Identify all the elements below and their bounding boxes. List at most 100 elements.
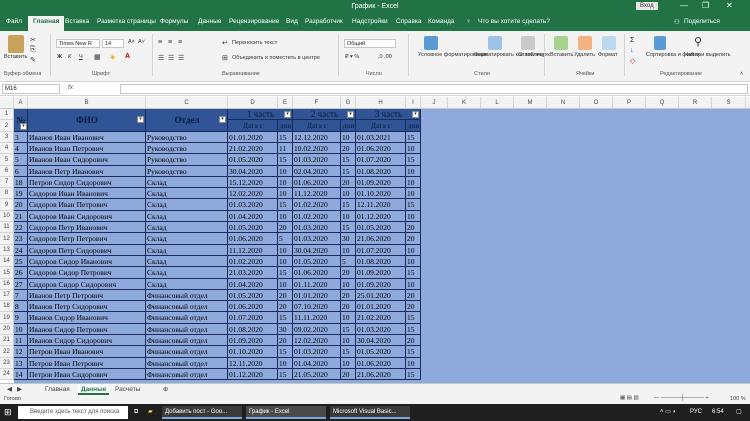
table-cell[interactable]: 15 [341, 166, 356, 177]
language-indicator[interactable]: РУС [690, 406, 702, 419]
filter-dropdown-icon[interactable]: ▾ [137, 116, 144, 123]
table-cell[interactable]: 01.07.2020 [356, 245, 406, 256]
table-cell[interactable]: 15 [341, 346, 356, 358]
sheet-tab-main[interactable]: Главная [42, 384, 73, 395]
column-header[interactable]: H [356, 97, 406, 109]
table-cell[interactable]: Сидоров Иван Сидорович [28, 211, 146, 222]
table-cell[interactable]: 12.02.2020 [293, 335, 341, 346]
subheader-days[interactable]: дни [278, 120, 293, 132]
table-cell[interactable]: 01.03.2021 [356, 132, 406, 143]
table-cell[interactable]: 10 [406, 143, 421, 154]
taskbar-app-chrome[interactable]: Добавить пост - Goo... [162, 406, 242, 419]
table-cell[interactable]: 01.11.2020 [293, 279, 341, 290]
table-cell[interactable]: 21.05.2020 [293, 369, 341, 380]
table-cell[interactable]: Петров Иван Сидорович [28, 369, 146, 380]
table-cell[interactable]: 01.07.2020 [228, 312, 278, 324]
table-cell[interactable]: Руководство [146, 166, 228, 177]
taskbar-search[interactable]: Введите здесь текст для поиска [18, 406, 128, 419]
collapse-ribbon-icon[interactable]: ˄ [740, 71, 743, 77]
table-cell[interactable]: 21.06.2020 [356, 233, 406, 245]
table-cell[interactable]: 10 [406, 279, 421, 290]
table-cell[interactable]: 01.09.2020 [356, 267, 406, 279]
table-cell[interactable]: 3 [14, 132, 28, 143]
table-cell[interactable]: 20 [278, 222, 293, 233]
row-header[interactable]: 9 [0, 199, 14, 211]
table-cell[interactable]: 10 [406, 177, 421, 188]
table-cell[interactable]: 20 [341, 369, 356, 380]
table-cell[interactable]: Петров Иван Петрович [28, 358, 146, 369]
table-cell[interactable]: Иванов Петр Петрович [28, 290, 146, 301]
row-header[interactable]: 11 [0, 222, 14, 233]
table-cell[interactable]: 10 [341, 279, 356, 290]
row-header[interactable]: 20 [0, 324, 14, 335]
table-cell[interactable]: Иванов Сидор Сидорович [28, 335, 146, 346]
table-cell[interactable]: Склад [146, 211, 228, 222]
table-cell[interactable]: 01.04.2020 [293, 358, 341, 369]
column-header[interactable]: N [547, 97, 580, 109]
table-cell[interactable]: Финансовый отдел [146, 290, 228, 301]
table-cell[interactable]: 10 [278, 188, 293, 199]
table-cell[interactable]: 01.09.2020 [228, 335, 278, 346]
table-cell[interactable]: 10 [278, 211, 293, 222]
table-cell[interactable]: 01.03.2020 [293, 346, 341, 358]
table-cell[interactable]: 07.10.2020 [293, 301, 341, 312]
table-cell[interactable]: 30 [341, 233, 356, 245]
table-cell[interactable]: 01.03.2020 [293, 233, 341, 245]
table-cell[interactable]: 10 [278, 177, 293, 188]
table-cell[interactable]: 20 [406, 301, 421, 312]
merge-center-button[interactable]: Объединить и поместить в центре [232, 55, 320, 61]
table-cell[interactable]: 20 [406, 233, 421, 245]
table-cell[interactable]: 8 [14, 301, 28, 312]
table-cell[interactable]: 01.03.2020 [293, 222, 341, 233]
table-cell[interactable]: 10 [406, 188, 421, 199]
table-cell[interactable]: Иванов Иван Петрович [28, 143, 146, 154]
table-cell[interactable]: 23 [14, 233, 28, 245]
table-cell[interactable]: 15 [341, 222, 356, 233]
table-cell[interactable]: 12.11.2020 [356, 199, 406, 211]
table-cell[interactable]: Петров Сидор Сидорович [28, 177, 146, 188]
formula-input[interactable] [120, 84, 748, 94]
column-header[interactable]: K [448, 97, 481, 109]
table-cell[interactable]: 21 [14, 211, 28, 222]
filter-dropdown-icon[interactable]: ▾ [284, 111, 291, 118]
table-cell[interactable]: 12.11.2020 [228, 358, 278, 369]
format-cells-button[interactable]: Формат [598, 52, 618, 58]
table-cell[interactable]: Финансовый отдел [146, 346, 228, 358]
row-header[interactable]: 13 [0, 245, 14, 256]
column-header[interactable]: E [278, 97, 293, 109]
table-cell[interactable]: 15.12.2020 [228, 177, 278, 188]
table-cell[interactable]: 15 [406, 346, 421, 358]
table-cell[interactable]: 20 [406, 290, 421, 301]
table-cell[interactable]: 15 [406, 324, 421, 335]
table-cell[interactable]: 21.06.2020 [356, 369, 406, 380]
table-cell[interactable]: 01.08.2020 [228, 324, 278, 335]
table-cell[interactable]: Склад [146, 256, 228, 267]
table-cell[interactable]: 01.03.2020 [293, 154, 341, 166]
delete-cells-icon[interactable] [578, 36, 592, 50]
row-header[interactable]: 12 [0, 233, 14, 245]
table-cell[interactable]: 24 [14, 245, 28, 256]
find-icon[interactable]: ⚲ [694, 35, 702, 48]
table-cell[interactable]: Финансовый отдел [146, 335, 228, 346]
table-cell[interactable]: 10 [406, 245, 421, 256]
table-cell[interactable]: 21.02.2020 [228, 143, 278, 154]
table-cell[interactable]: Иванов Иван Иванович [28, 132, 146, 143]
filter-dropdown-icon[interactable]: ▾ [412, 111, 419, 118]
column-header[interactable]: J [421, 97, 448, 109]
table-cell[interactable]: 10 [406, 166, 421, 177]
subheader-days[interactable]: дни [341, 120, 356, 132]
table-cell[interactable]: 25 [14, 256, 28, 267]
row-header[interactable]: 19 [0, 312, 14, 324]
table-cell[interactable]: 01.06.2020 [293, 267, 341, 279]
table-cell[interactable]: 10 [406, 256, 421, 267]
paste-icon[interactable] [8, 35, 24, 53]
insert-cells-button[interactable]: Вставить [550, 52, 573, 58]
italic-icon[interactable]: К [68, 54, 71, 60]
column-header[interactable]: S [712, 97, 746, 109]
tab-home[interactable]: Главная [28, 16, 65, 31]
table-cell[interactable]: Склад [146, 279, 228, 290]
font-size-select[interactable]: 14 [102, 39, 124, 48]
autosum-icon[interactable]: Σ [630, 37, 634, 44]
tab-review[interactable]: Рецензирование [229, 18, 279, 25]
table-cell[interactable]: 01.07.2020 [356, 154, 406, 166]
